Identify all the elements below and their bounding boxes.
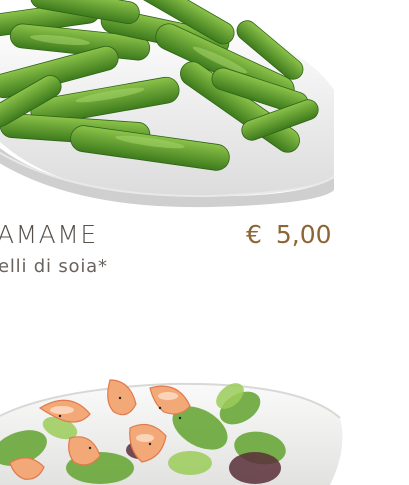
item-name: AMAME xyxy=(0,220,98,249)
edamame-photo xyxy=(0,0,336,212)
edamame-plate-icon xyxy=(0,0,335,208)
price-value: 5,00 xyxy=(275,220,332,249)
item-price: €5,00 xyxy=(246,220,332,249)
shrimp-salad-photo xyxy=(0,368,348,485)
price-currency: € xyxy=(246,220,262,249)
menu-page: AMAME elli di soia* €5,00 xyxy=(0,0,409,485)
item-description: elli di soia* xyxy=(0,256,108,277)
shrimp-salad-plate-icon xyxy=(0,379,343,485)
